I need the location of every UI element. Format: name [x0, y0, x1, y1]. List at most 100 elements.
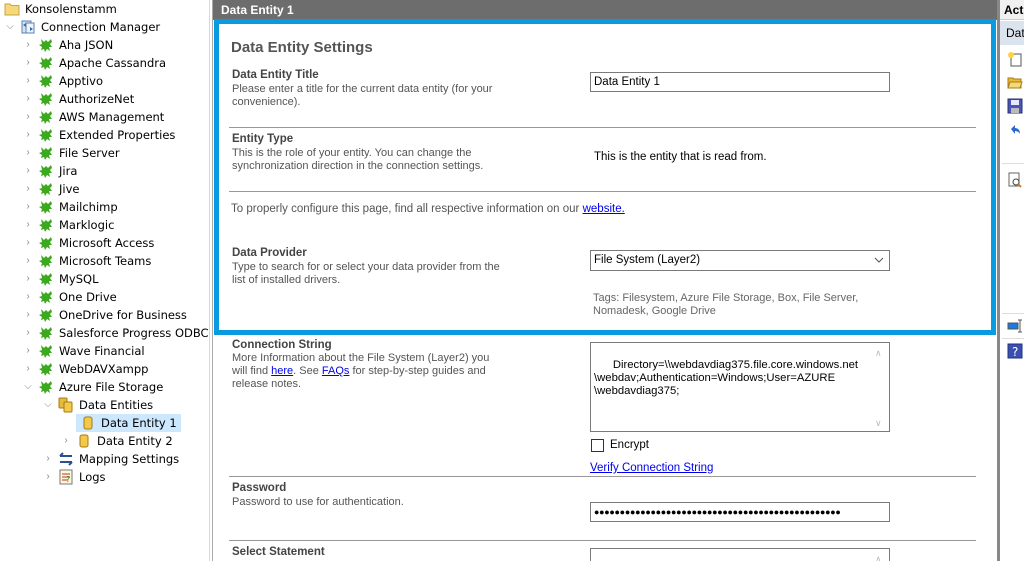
chevron-right-icon[interactable]: ›	[22, 198, 34, 216]
save-icon[interactable]	[1007, 98, 1023, 114]
chevron-down-icon[interactable]: ⌵	[42, 396, 54, 414]
chevron-down-icon[interactable]: ⌵	[4, 18, 16, 36]
chevron-right-icon[interactable]: ›	[22, 324, 34, 342]
connector-icon	[38, 55, 54, 71]
info-text: To properly configure this page, find al…	[231, 203, 625, 215]
chevron-right-icon[interactable]: ›	[22, 234, 34, 252]
chevron-right-icon[interactable]: ›	[60, 432, 72, 450]
tree-node-connection[interactable]: › Wave Financial	[22, 342, 145, 360]
tree-node-root[interactable]: Konsolenstamm	[4, 0, 117, 18]
entity-type-value: This is the entity that is read from.	[594, 151, 767, 163]
database-icon	[80, 415, 96, 431]
tree-node-connection[interactable]: › Mailchimp	[22, 198, 118, 216]
tree-node-connection[interactable]: › AWS Management	[22, 108, 164, 126]
chevron-right-icon[interactable]: ›	[22, 126, 34, 144]
provider-tags: Tags: Filesystem, Azure File Storage, Bo…	[593, 292, 859, 317]
chevron-right-icon[interactable]: ›	[22, 342, 34, 360]
chevron-right-icon[interactable]: ›	[42, 450, 54, 468]
tree-node-connection[interactable]: › OneDrive for Business	[22, 306, 187, 324]
data-entities-icon	[58, 397, 74, 413]
tree-node-connection[interactable]: › Marklogic	[22, 216, 114, 234]
actions-subtitle[interactable]: Data Entity 1	[1000, 21, 1024, 45]
verify-connection-link[interactable]: Verify Connection String	[590, 462, 713, 474]
chevron-right-icon[interactable]: ›	[22, 306, 34, 324]
undo-icon[interactable]	[1007, 122, 1023, 138]
tree-node-connection[interactable]: › Extended Properties	[22, 126, 175, 144]
faqs-link[interactable]: FAQs	[322, 365, 350, 377]
tree-node-data-entities[interactable]: ⌵ Data Entities	[42, 396, 153, 414]
tree-node-connection[interactable]: › Microsoft Teams	[22, 252, 151, 270]
scroll-down-icon[interactable]: ∨	[875, 417, 885, 428]
chevron-right-icon[interactable]: ›	[22, 180, 34, 198]
tree-node-logs[interactable]: › ? Logs	[42, 468, 106, 486]
field-desc-connection-string: More Information about the File System (…	[232, 352, 490, 390]
chevron-right-icon[interactable]: ›	[22, 108, 34, 126]
tree-node-connection[interactable]: › Aha JSON	[22, 36, 113, 54]
field-desc-title: Please enter a title for the current dat…	[232, 83, 493, 108]
logs-icon: ?	[58, 469, 74, 485]
chevron-right-icon[interactable]: ›	[22, 288, 34, 306]
connection-string-textarea[interactable]: Directory=\\webdavdiag375.file.core.wind…	[590, 342, 890, 432]
tree-node-connection[interactable]: ⌵ Azure File Storage	[22, 378, 163, 396]
mapping-icon	[58, 451, 74, 467]
open-folder-icon[interactable]	[1007, 74, 1023, 90]
help-icon[interactable]: ?	[1007, 343, 1023, 359]
new-icon[interactable]	[1007, 51, 1023, 67]
chevron-right-icon[interactable]: ›	[22, 360, 34, 378]
tree-node-connection[interactable]: › Jive	[22, 180, 79, 198]
connector-icon	[38, 109, 54, 125]
chevron-right-icon[interactable]: ›	[22, 216, 34, 234]
entity-title-input[interactable]: Data Entity 1	[590, 72, 890, 92]
chevron-right-icon[interactable]: ›	[22, 72, 34, 90]
chevron-right-icon[interactable]: ›	[22, 54, 34, 72]
chevron-down-icon[interactable]: ⌵	[22, 378, 34, 396]
tree-node-connection[interactable]: › WebDAVXampp	[22, 360, 148, 378]
password-input[interactable]: ●●●●●●●●●●●●●●●●●●●●●●●●●●●●●●●●●●●●●●●●…	[590, 502, 890, 522]
navigation-tree: Konsolenstamm ⌵ Connection Manager › Aha …	[0, 0, 210, 561]
tree-node-connection-manager[interactable]: ⌵ Connection Manager	[4, 18, 160, 36]
section-heading: Data Entity Settings	[231, 39, 373, 56]
rename-icon[interactable]	[1007, 318, 1023, 334]
connector-icon	[38, 253, 54, 269]
tree-node-data-entity-2[interactable]: › Data Entity 2	[60, 432, 172, 450]
chevron-right-icon[interactable]: ›	[22, 270, 34, 288]
svg-text:?: ?	[1012, 345, 1018, 359]
preview-icon[interactable]	[1007, 172, 1023, 188]
chevron-right-icon[interactable]: ›	[42, 468, 54, 486]
divider	[1002, 338, 1024, 339]
connector-icon	[38, 181, 54, 197]
connector-icon	[38, 145, 54, 161]
scroll-up-icon[interactable]: ∧	[875, 347, 885, 358]
tree-node-connection[interactable]: › Apache Cassandra	[22, 54, 166, 72]
tree-node-connection[interactable]: › AuthorizeNet	[22, 90, 134, 108]
here-link[interactable]: here	[271, 365, 293, 377]
tree-node-connection[interactable]: › Apptivo	[22, 72, 103, 90]
chevron-right-icon[interactable]: ›	[22, 252, 34, 270]
chevron-right-icon[interactable]: ›	[22, 36, 34, 54]
tree-node-connection[interactable]: › Microsoft Access	[22, 234, 154, 252]
tree-node-connection[interactable]: › MySQL	[22, 270, 99, 288]
tree-node-mapping-settings[interactable]: › Mapping Settings	[42, 450, 179, 468]
chevron-right-icon[interactable]: ›	[22, 90, 34, 108]
encrypt-checkbox[interactable]	[591, 439, 604, 452]
connector-icon	[38, 91, 54, 107]
scroll-up-icon[interactable]: ∧	[875, 553, 885, 561]
chevron-right-icon[interactable]: ›	[22, 144, 34, 162]
data-provider-select[interactable]: File System (Layer2)	[590, 250, 890, 271]
select-statement-textarea[interactable]: ∧	[590, 548, 890, 561]
chevron-down-icon[interactable]	[873, 254, 885, 266]
website-link[interactable]: website.	[583, 203, 625, 215]
tree-node-connection[interactable]: › One Drive	[22, 288, 117, 306]
connector-icon	[38, 163, 54, 179]
panel-title: Data Entity 1	[213, 0, 997, 20]
tree-node-connection[interactable]: › Jira	[22, 162, 77, 180]
chevron-right-icon[interactable]: ›	[22, 162, 34, 180]
tree-node-connection[interactable]: › Salesforce Progress ODBC	[22, 324, 209, 342]
scrollbar[interactable]: ∧	[872, 549, 889, 561]
scrollbar[interactable]: ∧ ∨	[872, 343, 889, 431]
connector-icon	[38, 127, 54, 143]
tree-node-connection[interactable]: › File Server	[22, 144, 120, 162]
field-label-provider: Data Provider	[232, 247, 307, 259]
connector-icon	[38, 199, 54, 215]
tree-node-data-entity-1[interactable]: Data Entity 1	[76, 414, 181, 432]
